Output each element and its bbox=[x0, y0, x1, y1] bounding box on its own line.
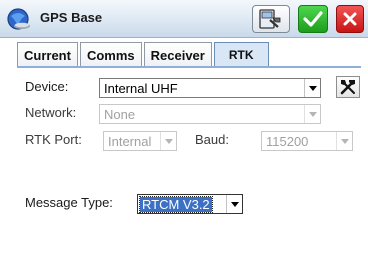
rtk-port-value: Internal bbox=[108, 133, 152, 149]
ok-button[interactable] bbox=[298, 5, 328, 33]
device-tools-button[interactable] bbox=[336, 76, 360, 98]
rtk-port-select[interactable]: Internal bbox=[103, 131, 177, 151]
network-value: None bbox=[104, 106, 136, 122]
message-type-select[interactable]: RTCM V3.2 bbox=[137, 194, 243, 214]
title-bar: GPS Base bbox=[0, 0, 368, 38]
tab-rtk[interactable]: RTK bbox=[213, 42, 269, 67]
baud-value: 115200 bbox=[266, 133, 309, 149]
chevron-down-icon bbox=[226, 195, 242, 213]
tools-icon bbox=[340, 80, 355, 95]
window-title: GPS Base bbox=[40, 10, 103, 25]
rtk-port-label: RTK Port: bbox=[25, 132, 82, 147]
chevron-down-icon bbox=[304, 105, 320, 123]
network-select[interactable]: None bbox=[99, 104, 321, 124]
message-type-value: RTCM V3.2 bbox=[139, 195, 213, 213]
tab-current[interactable]: Current bbox=[17, 42, 78, 67]
close-icon bbox=[343, 12, 357, 26]
checkmark-icon bbox=[303, 11, 323, 27]
chevron-down-icon bbox=[160, 132, 176, 150]
tab-strip: Current Comms Receiver RTK bbox=[17, 42, 271, 67]
network-label: Network: bbox=[25, 105, 77, 120]
close-button[interactable] bbox=[336, 5, 364, 33]
tab-label: Current bbox=[24, 47, 71, 63]
tab-receiver[interactable]: Receiver bbox=[143, 42, 212, 67]
baud-label: Baud: bbox=[195, 132, 229, 147]
device-select[interactable]: Internal UHF bbox=[99, 78, 321, 98]
chevron-down-icon bbox=[304, 79, 320, 97]
tab-label: Comms bbox=[86, 47, 135, 63]
device-value: Internal UHF bbox=[104, 80, 178, 96]
rtk-settings-panel: Device: Internal UHF Network: None RTK P… bbox=[17, 68, 361, 278]
settings-device-icon bbox=[259, 9, 281, 29]
tab-label: Receiver bbox=[150, 47, 205, 63]
gps-globe-icon bbox=[7, 8, 30, 30]
device-label: Device: bbox=[25, 79, 69, 94]
chevron-down-icon bbox=[336, 132, 352, 150]
baud-select[interactable]: 115200 bbox=[261, 131, 353, 151]
tab-comms[interactable]: Comms bbox=[79, 42, 142, 67]
device-settings-button[interactable] bbox=[252, 5, 290, 33]
message-type-label: Message Type: bbox=[25, 195, 113, 210]
tab-label: RTK bbox=[228, 48, 254, 62]
